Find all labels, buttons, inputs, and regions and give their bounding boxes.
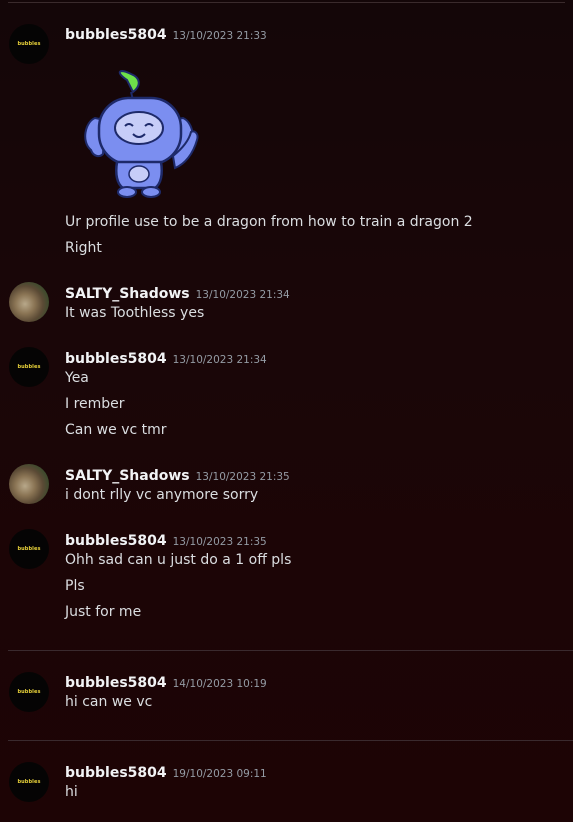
message-header: SALTY_Shadows 13/10/2023 21:35 xyxy=(65,465,290,484)
timestamp[interactable]: 13/10/2023 21:35 xyxy=(196,471,290,483)
username[interactable]: SALTY_Shadows xyxy=(65,286,190,302)
date-divider xyxy=(8,650,573,651)
message-text[interactable]: hi xyxy=(65,784,78,800)
avatar[interactable]: bubbles xyxy=(9,672,49,712)
message-header: bubbles5804 13/10/2023 21:34 xyxy=(65,348,267,367)
message-text[interactable]: Right xyxy=(65,240,102,256)
avatar[interactable]: bubbles xyxy=(9,347,49,387)
avatar-label: bubbles xyxy=(17,364,41,370)
message-header: bubbles5804 13/10/2023 21:33 xyxy=(65,24,267,43)
username[interactable]: bubbles5804 xyxy=(65,27,167,43)
timestamp[interactable]: 13/10/2023 21:33 xyxy=(173,30,267,42)
message-text[interactable]: Pls xyxy=(65,578,85,594)
wumpus-waving-sticker[interactable] xyxy=(75,70,203,200)
avatar[interactable] xyxy=(9,282,49,322)
avatar[interactable]: bubbles xyxy=(9,762,49,802)
message-text[interactable]: hi can we vc xyxy=(65,694,152,710)
message-text[interactable]: I rember xyxy=(65,396,125,412)
avatar-label: bubbles xyxy=(17,689,41,695)
timestamp[interactable]: 13/10/2023 21:35 xyxy=(173,536,267,548)
username[interactable]: bubbles5804 xyxy=(65,533,167,549)
message-text[interactable]: It was Toothless yes xyxy=(65,305,204,321)
username[interactable]: bubbles5804 xyxy=(65,351,167,367)
message-text[interactable]: i dont rlly vc anymore sorry xyxy=(65,487,258,503)
username[interactable]: bubbles5804 xyxy=(65,765,167,781)
message-header: SALTY_Shadows 13/10/2023 21:34 xyxy=(65,283,290,302)
message-header: bubbles5804 14/10/2023 10:19 xyxy=(65,672,267,691)
avatar-label: bubbles xyxy=(17,41,41,47)
avatar[interactable] xyxy=(9,464,49,504)
timestamp[interactable]: 19/10/2023 09:11 xyxy=(173,768,267,780)
username[interactable]: SALTY_Shadows xyxy=(65,468,190,484)
top-divider xyxy=(8,2,565,3)
message-text[interactable]: Can we vc tmr xyxy=(65,422,167,438)
date-divider xyxy=(8,740,573,741)
message-header: bubbles5804 13/10/2023 21:35 xyxy=(65,530,267,549)
avatar[interactable]: bubbles xyxy=(9,529,49,569)
message-text[interactable]: Ohh sad can u just do a 1 off pls xyxy=(65,552,291,568)
timestamp[interactable]: 13/10/2023 21:34 xyxy=(196,289,290,301)
username[interactable]: bubbles5804 xyxy=(65,675,167,691)
message-header: bubbles5804 19/10/2023 09:11 xyxy=(65,762,267,781)
message-text[interactable]: Just for me xyxy=(65,604,141,620)
timestamp[interactable]: 13/10/2023 21:34 xyxy=(173,354,267,366)
avatar-label: bubbles xyxy=(17,546,41,552)
message-text[interactable]: Ur profile use to be a dragon from how t… xyxy=(65,214,473,230)
avatar[interactable]: bubbles xyxy=(9,24,49,64)
avatar-label: bubbles xyxy=(17,779,41,785)
message-text[interactable]: Yea xyxy=(65,370,89,386)
timestamp[interactable]: 14/10/2023 10:19 xyxy=(173,678,267,690)
